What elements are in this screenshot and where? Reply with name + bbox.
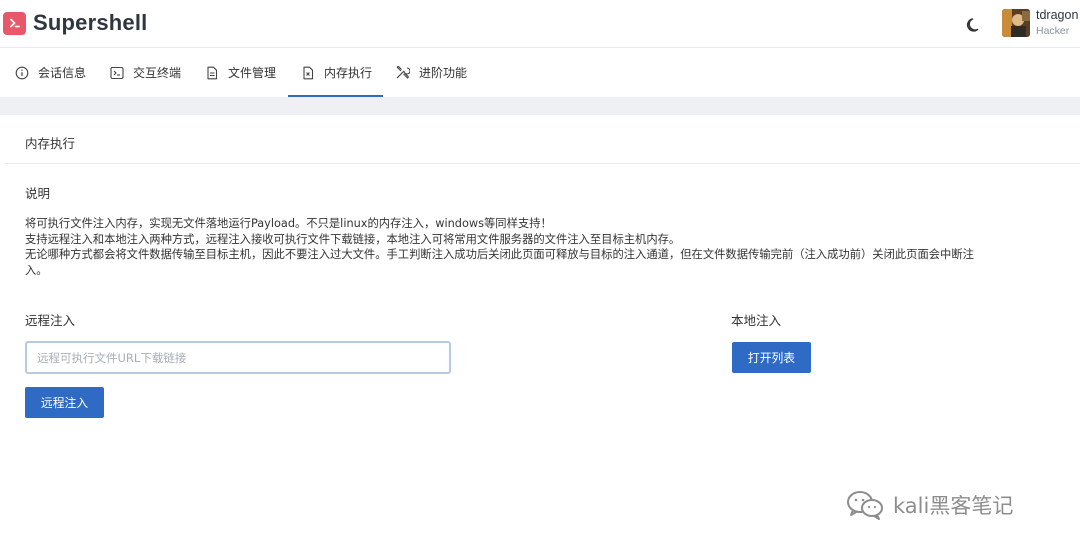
user-name[interactable]: tdragon — [1036, 8, 1078, 22]
remote-inject-title: 远程注入 — [25, 313, 76, 328]
description-title: 说明 — [25, 186, 51, 201]
tab-label: 内存执行 — [324, 66, 373, 80]
tab-label: 进阶功能 — [419, 66, 468, 80]
tab-memory-exec[interactable]: 内存执行 — [301, 48, 372, 97]
user-role: Hacker — [1036, 25, 1070, 37]
tab-label: 交互终端 — [133, 66, 182, 80]
tab-bar: 会话信息 交互终端 文件管理 内存执行 进阶功能 — [0, 48, 1080, 97]
description-line: 将可执行文件注入内存，实现无文件落地运行Payload。不只是linux的内存注… — [25, 217, 552, 230]
description-text: 将可执行文件注入内存，实现无文件落地运行Payload。不只是linux的内存注… — [25, 216, 1075, 278]
description-line: 无论哪种方式都会将文件数据传输至目标主机，因此不要注入过大文件。手工判断注入成功… — [25, 248, 974, 261]
terminal-icon — [110, 66, 124, 79]
tab-label: 文件管理 — [228, 66, 277, 80]
app-name: Supershell — [33, 10, 148, 35]
local-inject-title: 本地注入 — [731, 313, 782, 328]
memory-file-icon — [303, 66, 314, 79]
tab-advanced[interactable]: 进阶功能 — [395, 48, 467, 97]
tab-session-info[interactable]: 会话信息 — [15, 48, 86, 97]
description-line: 支持远程注入和本地注入两种方式，远程注入接收可执行文件下载链接，本地注入可将常用… — [25, 232, 681, 246]
terminal-logo-icon — [3, 11, 26, 35]
tools-icon — [396, 65, 410, 79]
card-title: 内存执行 — [25, 136, 76, 151]
tab-label: 会话信息 — [38, 66, 87, 80]
open-list-button[interactable]: 打开列表 — [732, 342, 811, 373]
dark-mode-toggle-icon[interactable] — [964, 14, 984, 34]
tab-terminal[interactable]: 交互终端 — [110, 48, 181, 97]
remote-url-input[interactable] — [25, 341, 451, 374]
watermark-text: kali黑客笔记 — [893, 494, 1014, 518]
memory-exec-card: 内存执行 说明 将可执行文件注入内存，实现无文件落地运行Payload。不只是l… — [5, 115, 1080, 552]
content-background — [0, 97, 1080, 115]
avatar[interactable] — [1002, 9, 1030, 37]
file-icon — [207, 66, 218, 79]
top-bar: Supershell tdragon Hacker — [0, 0, 1080, 48]
tab-file-manager[interactable]: 文件管理 — [205, 48, 276, 97]
watermark: kali黑客笔记 — [845, 488, 1013, 522]
card-header: 内存执行 — [5, 115, 1080, 164]
description-line: 入。 — [25, 263, 48, 277]
info-icon — [15, 66, 29, 79]
app-logo[interactable]: Supershell — [3, 10, 147, 36]
remote-inject-button[interactable]: 远程注入 — [25, 387, 104, 418]
wechat-icon — [847, 491, 883, 520]
